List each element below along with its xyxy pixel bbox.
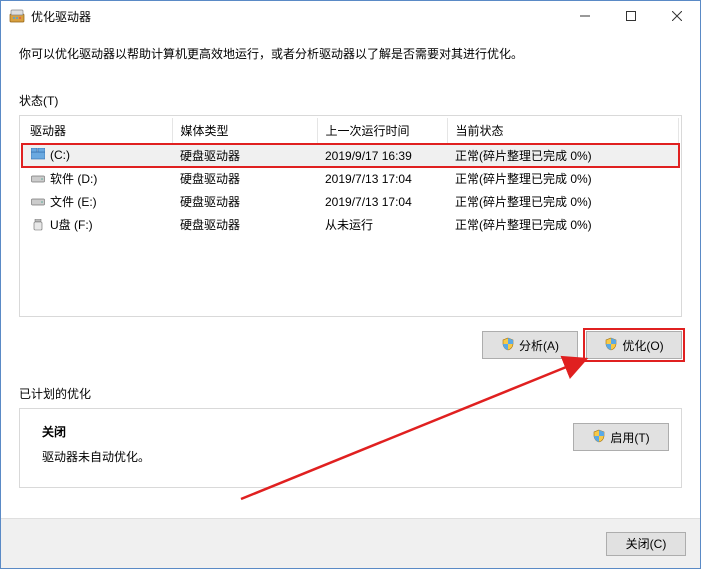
drive-name: 文件 (E:) [50, 195, 97, 209]
footer: 关闭(C) [1, 518, 700, 568]
window-title: 优化驱动器 [31, 8, 562, 25]
drive-os-icon [30, 148, 46, 163]
drive-status: 正常(碎片整理已完成 0%) [447, 144, 679, 168]
drives-table: 驱动器 媒体类型 上一次运行时间 当前状态 (C:) 硬盘驱动器 2019/9/… [22, 118, 679, 236]
table-header-row: 驱动器 媒体类型 上一次运行时间 当前状态 [22, 118, 679, 144]
scheduled-label: 已计划的优化 [19, 385, 682, 402]
close-window-button[interactable] [654, 1, 700, 31]
status-label: 状态(T) [19, 92, 682, 109]
action-buttons: 分析(A) 优化(O) [19, 331, 682, 359]
analyze-button[interactable]: 分析(A) [482, 331, 578, 359]
drive-lastrun: 从未运行 [317, 213, 447, 236]
drive-lastrun: 2019/9/17 16:39 [317, 144, 447, 168]
table-row[interactable]: 文件 (E:) 硬盘驱动器 2019/7/13 17:04 正常(碎片整理已完成… [22, 190, 679, 213]
col-drive[interactable]: 驱动器 [22, 118, 172, 144]
close-button[interactable]: 关闭(C) [606, 532, 686, 556]
drive-lastrun: 2019/7/13 17:04 [317, 167, 447, 190]
scheduled-subtext: 驱动器未自动优化。 [42, 448, 553, 465]
intro-text: 你可以优化驱动器以帮助计算机更高效地运行，或者分析驱动器以了解是否需要对其进行优… [19, 45, 682, 64]
enable-schedule-button[interactable]: 启用(T) [573, 423, 669, 451]
drive-name: (C:) [50, 148, 70, 162]
drive-name: 软件 (D:) [50, 172, 97, 186]
table-row[interactable]: U盘 (F:) 硬盘驱动器 从未运行 正常(碎片整理已完成 0%) [22, 213, 679, 236]
optimize-label: 优化(O) [622, 337, 663, 354]
drive-media: 硬盘驱动器 [172, 190, 317, 213]
titlebar: 优化驱动器 [1, 1, 700, 31]
drive-status: 正常(碎片整理已完成 0%) [447, 213, 679, 236]
minimize-button[interactable] [562, 1, 608, 31]
col-lastrun[interactable]: 上一次运行时间 [317, 118, 447, 144]
shield-icon [604, 337, 618, 354]
drive-name: U盘 (F:) [50, 218, 93, 232]
shield-icon [592, 429, 606, 446]
table-row[interactable]: 软件 (D:) 硬盘驱动器 2019/7/13 17:04 正常(碎片整理已完成… [22, 167, 679, 190]
col-media[interactable]: 媒体类型 [172, 118, 317, 144]
optimize-button[interactable]: 优化(O) [586, 331, 682, 359]
maximize-button[interactable] [608, 1, 654, 31]
close-label: 关闭(C) [626, 535, 667, 552]
drive-media: 硬盘驱动器 [172, 144, 317, 168]
content-area: 你可以优化驱动器以帮助计算机更高效地运行，或者分析驱动器以了解是否需要对其进行优… [1, 31, 700, 488]
drive-media: 硬盘驱动器 [172, 213, 317, 236]
drive-hdd-icon [30, 173, 46, 187]
scheduled-status: 关闭 [42, 423, 553, 440]
table-row[interactable]: (C:) 硬盘驱动器 2019/9/17 16:39 正常(碎片整理已完成 0%… [22, 144, 679, 168]
shield-icon [501, 337, 515, 354]
drive-media: 硬盘驱动器 [172, 167, 317, 190]
drive-lastrun: 2019/7/13 17:04 [317, 190, 447, 213]
analyze-label: 分析(A) [519, 337, 559, 354]
col-status[interactable]: 当前状态 [447, 118, 679, 144]
app-icon [9, 8, 25, 24]
scheduled-panel: 关闭 驱动器未自动优化。 启用(T) [19, 408, 682, 488]
enable-label: 启用(T) [610, 429, 649, 446]
drive-hdd-icon [30, 196, 46, 210]
drive-usb-icon [30, 219, 46, 234]
drive-status: 正常(碎片整理已完成 0%) [447, 167, 679, 190]
drive-status: 正常(碎片整理已完成 0%) [447, 190, 679, 213]
drives-panel: 驱动器 媒体类型 上一次运行时间 当前状态 (C:) 硬盘驱动器 2019/9/… [19, 115, 682, 317]
